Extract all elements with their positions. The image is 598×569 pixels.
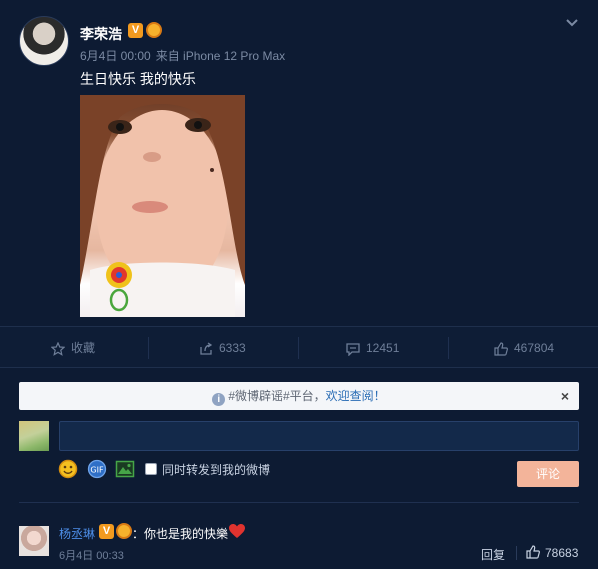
star-icon [51, 341, 65, 356]
like-count: 467804 [514, 341, 555, 355]
favorite-button[interactable]: 收藏 [51, 327, 95, 369]
like-icon [494, 342, 508, 356]
notice-hashtag[interactable]: #微博辟谣#平台， [228, 389, 325, 403]
post-header: 李荣浩 V 6月4日 00:00 来自 iPhone 12 Pro Max [19, 16, 598, 76]
repost-count: 6333 [219, 341, 246, 355]
comment-count: 12451 [366, 341, 400, 355]
post-date[interactable]: 6月4日 00:00 [80, 49, 151, 63]
comment-like-count: 78683 [545, 546, 579, 560]
action-divider [148, 337, 149, 359]
image-icon[interactable] [115, 459, 135, 479]
favorite-label: 收藏 [71, 341, 96, 355]
post-text: 生日快乐 我的快乐 [80, 71, 196, 87]
crown-badge-icon [116, 523, 132, 539]
action-bar: 收藏 6333 12451 467804 [0, 326, 598, 368]
action-divider [298, 337, 299, 359]
comment-like-icon[interactable] [526, 545, 540, 559]
post-source: 来自 iPhone 12 Pro Max [155, 49, 286, 63]
comment-time: 6月4日 00:33 [59, 550, 124, 562]
emoji-icon[interactable] [58, 459, 78, 479]
comment-divider [19, 502, 579, 503]
verified-badge-icon: V [128, 23, 143, 38]
user-avatar [19, 421, 49, 451]
post-meta: 6月4日 00:00 来自 iPhone 12 Pro Max [80, 47, 290, 64]
notice-bar: i #微博辟谣#平台，欢迎查阅！ × [19, 382, 579, 410]
comment-tab-button[interactable]: 12451 [346, 327, 399, 369]
share-icon [200, 342, 213, 355]
like-button[interactable]: 467804 [494, 327, 554, 369]
svg-text:GIF: GIF [90, 466, 104, 475]
heart-icon [229, 524, 245, 538]
commenter-name[interactable]: 杨丞琳 [59, 525, 95, 542]
info-icon: i [212, 393, 226, 406]
commenter-avatar[interactable] [19, 526, 49, 556]
repost-checkbox[interactable] [145, 463, 157, 475]
notice-link[interactable]: 欢迎查阅！ [326, 389, 386, 403]
chevron-down-icon[interactable] [566, 17, 578, 29]
comment-input[interactable] [59, 421, 579, 451]
author-name[interactable]: 李荣浩 [80, 24, 122, 44]
repost-button[interactable]: 6333 [199, 327, 246, 369]
post-photo[interactable] [80, 95, 245, 317]
verified-badge-icon: V [99, 524, 114, 539]
submit-comment-button[interactable]: 评论 [517, 461, 579, 487]
action-divider [448, 337, 449, 359]
comment-icon [346, 343, 360, 356]
reply-button[interactable]: 回复 [481, 546, 505, 563]
comment-text: ：你也是我的快樂 [132, 527, 229, 541]
comment-action-divider [516, 546, 517, 560]
close-icon[interactable]: × [561, 382, 569, 410]
gif-icon[interactable]: GIF [87, 459, 107, 479]
repost-checkbox-label[interactable]: 同时转发到我的微博 [162, 461, 270, 478]
author-avatar[interactable] [19, 16, 69, 66]
crown-badge-icon [146, 22, 162, 38]
